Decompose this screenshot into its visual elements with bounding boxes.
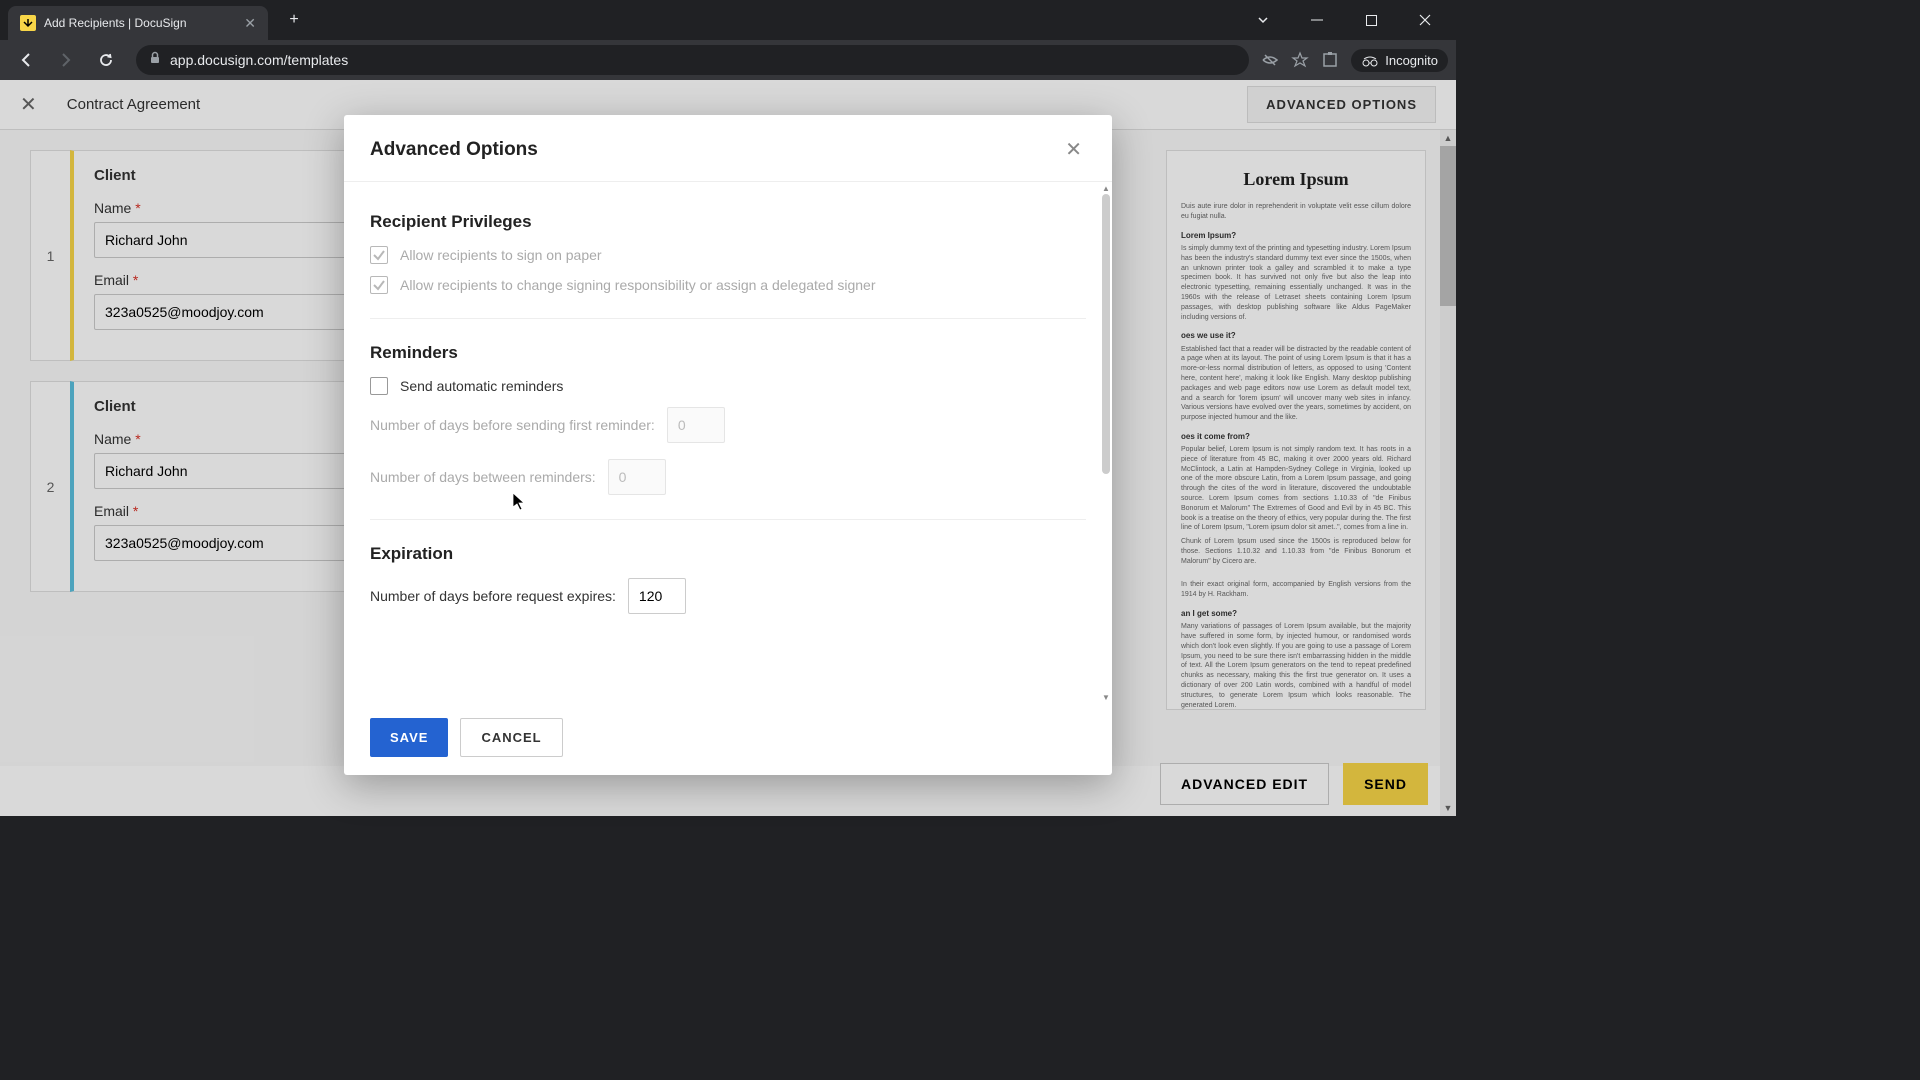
address-bar-actions: Incognito [1261, 49, 1448, 72]
modal-backdrop[interactable]: Advanced Options ✕ Recipient Privileges … [0, 80, 1456, 816]
minimize-icon[interactable] [1294, 4, 1340, 36]
modal-close-icon[interactable]: ✕ [1061, 133, 1086, 166]
incognito-label: Incognito [1385, 53, 1438, 68]
sign-on-paper-row: Allow recipients to sign on paper [370, 246, 1086, 264]
lock-icon [148, 51, 162, 70]
cancel-button[interactable]: CANCEL [460, 718, 562, 757]
window-controls [1240, 4, 1448, 36]
window-close-icon[interactable] [1402, 4, 1448, 36]
nav-forward-icon[interactable] [48, 42, 84, 78]
modal-scroll-up-icon[interactable]: ▲ [1100, 182, 1112, 194]
favicon-icon [20, 15, 36, 31]
modal-header: Advanced Options ✕ [344, 115, 1112, 181]
modal-title: Advanced Options [370, 139, 1061, 161]
incognito-icon [1361, 53, 1379, 67]
eye-off-icon[interactable] [1261, 51, 1279, 69]
tab-title: Add Recipients | DocuSign [44, 16, 236, 30]
sign-on-paper-checkbox[interactable] [370, 246, 388, 264]
change-signing-checkbox[interactable] [370, 276, 388, 294]
auto-reminders-checkbox[interactable] [370, 377, 388, 395]
modal-footer: SAVE CANCEL [344, 703, 1112, 775]
expires-input[interactable] [628, 578, 686, 614]
section-divider [370, 318, 1086, 319]
maximize-icon[interactable] [1348, 4, 1394, 36]
expires-label: Number of days before request expires: [370, 588, 616, 604]
between-reminders-input[interactable] [608, 459, 666, 495]
address-bar-row: app.docusign.com/templates Incognito [0, 40, 1456, 80]
browser-tab-strip: Add Recipients | DocuSign ✕ + [0, 0, 1456, 40]
expiration-heading: Expiration [370, 544, 1086, 564]
save-button[interactable]: SAVE [370, 718, 448, 757]
recipient-privileges-heading: Recipient Privileges [370, 212, 1086, 232]
change-signing-label: Allow recipients to change signing respo… [400, 277, 876, 293]
modal-body: Recipient Privileges Allow recipients to… [344, 182, 1112, 703]
nav-back-icon[interactable] [8, 42, 44, 78]
advanced-options-modal: Advanced Options ✕ Recipient Privileges … [344, 115, 1112, 775]
change-signing-row: Allow recipients to change signing respo… [370, 276, 1086, 294]
sign-on-paper-label: Allow recipients to sign on paper [400, 247, 602, 263]
between-reminders-row: Number of days between reminders: [370, 459, 1086, 495]
modal-scroll-down-icon[interactable]: ▼ [1100, 691, 1112, 703]
bookmark-star-icon[interactable] [1291, 51, 1309, 69]
reminders-heading: Reminders [370, 343, 1086, 363]
expires-row: Number of days before request expires: [370, 578, 1086, 614]
new-tab-button[interactable]: + [280, 6, 308, 34]
section-divider [370, 519, 1086, 520]
first-reminder-input[interactable] [667, 407, 725, 443]
extensions-icon[interactable] [1321, 51, 1339, 69]
auto-reminders-row: Send automatic reminders [370, 377, 1086, 395]
incognito-badge[interactable]: Incognito [1351, 49, 1448, 72]
first-reminder-label: Number of days before sending first remi… [370, 417, 655, 433]
modal-scrollbar[interactable]: ▲ ▼ [1100, 182, 1112, 703]
url-text: app.docusign.com/templates [170, 52, 348, 68]
address-bar[interactable]: app.docusign.com/templates [136, 45, 1249, 75]
reload-icon[interactable] [88, 42, 124, 78]
tabs-dropdown-icon[interactable] [1240, 4, 1286, 36]
auto-reminders-label: Send automatic reminders [400, 378, 563, 394]
between-reminders-label: Number of days between reminders: [370, 469, 596, 485]
browser-tab[interactable]: Add Recipients | DocuSign ✕ [8, 6, 268, 40]
first-reminder-row: Number of days before sending first remi… [370, 407, 1086, 443]
modal-scroll-thumb[interactable] [1102, 194, 1110, 474]
tab-close-icon[interactable]: ✕ [244, 15, 256, 32]
